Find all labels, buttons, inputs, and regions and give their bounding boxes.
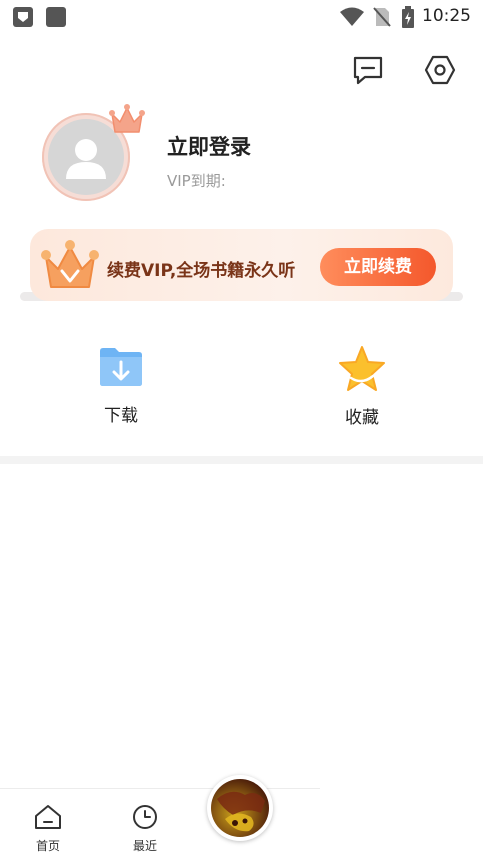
vip-banner[interactable]: 续费VIP,全场书籍永久听 立即续费 [30,229,453,301]
nav-item-home[interactable]: 首页 [18,803,78,854]
login-link[interactable]: 立即登录 [167,131,251,161]
renew-vip-button[interactable]: 立即续费 [320,248,436,286]
album-art [211,779,269,837]
settings-icon [424,55,456,85]
vip-promo-text: 续费VIP,全场书籍永久听 [107,261,296,281]
now-playing-button[interactable] [207,775,273,841]
vip-crown-icon [41,240,99,288]
battery-icon [402,6,414,28]
album-art-image [217,791,265,832]
status-bar: 10:25 [0,0,483,34]
favorites-label: 收藏 [345,408,379,428]
download-folder-icon [100,348,142,386]
message-button[interactable] [351,53,385,87]
status-time: 10:25 [422,6,471,26]
nav-recent-label: 最近 [132,839,157,853]
clock-icon [133,805,157,829]
square-icon [46,7,66,27]
vip-expiry-label: VIP到期: [167,172,226,190]
settings-button[interactable] [423,53,457,87]
wifi-icon [340,7,364,26]
home-icon [35,805,61,829]
nav-home-label: 首页 [35,839,60,853]
download-label: 下载 [104,406,138,426]
favorites-action[interactable]: 收藏 [302,345,422,428]
download-action[interactable]: 下载 [61,345,181,426]
no-sim-icon [373,7,391,27]
message-icon [353,56,383,85]
star-icon [339,346,385,391]
section-divider [0,456,483,464]
shield-icon [13,7,33,27]
nav-item-recent[interactable]: 最近 [115,803,175,854]
crown-icon [109,104,145,133]
bottom-nav: 首页 最近 [0,788,320,861]
